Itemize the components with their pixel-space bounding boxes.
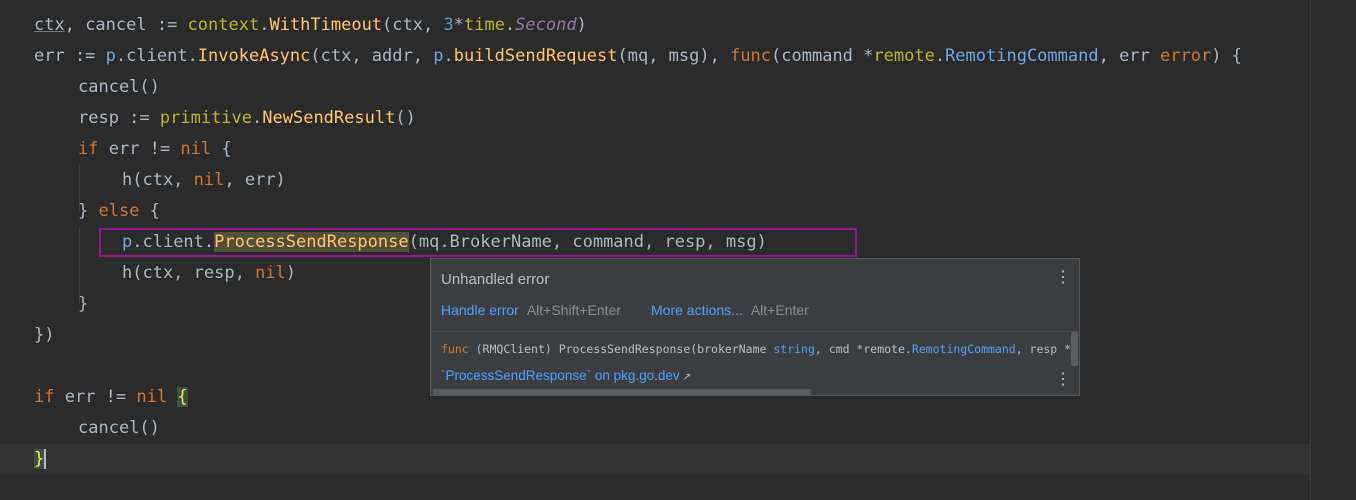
token: buildSendRequest <box>453 46 618 66</box>
token: h(ctx, <box>122 170 194 190</box>
code-editor[interactable]: ctx, cancel := context.WithTimeout(ctx, … <box>0 0 1356 500</box>
token: context <box>187 15 260 35</box>
matched-brace: { <box>177 387 188 407</box>
token: else <box>98 201 140 221</box>
token: RemotingCommand <box>945 46 1099 66</box>
doc-options-icon[interactable]: ⋮ <box>1055 369 1071 389</box>
horizontal-scrollbar[interactable] <box>433 389 811 395</box>
more-options-icon[interactable]: ⋮ <box>1055 267 1071 287</box>
token: resp := <box>78 108 160 128</box>
sig-token: , resp *p <box>1015 342 1071 356</box>
token: InvokeAsync <box>197 46 311 66</box>
more-actions-link[interactable]: More actions... <box>651 302 743 318</box>
code-line-9[interactable]: h(ctx, resp, nil) <box>122 258 296 289</box>
token: cancel() <box>78 77 160 97</box>
token: nil <box>136 387 168 407</box>
token: nil <box>180 139 212 159</box>
token: NewSendResult <box>262 108 396 128</box>
sig-token: func <box>441 342 469 356</box>
token: (command * <box>771 46 874 66</box>
token: if <box>34 387 55 407</box>
token: . <box>252 108 263 128</box>
code-line-13[interactable]: if err != nil { <box>34 382 188 413</box>
sig-token: string <box>773 342 815 356</box>
right-margin-guide <box>1310 0 1311 500</box>
doc-link-label: `ProcessSendResponse` on pkg.go.dev <box>441 368 680 383</box>
sig-token: , cmd *remote. <box>814 342 912 356</box>
code-line-3[interactable]: cancel() <box>78 72 160 103</box>
token: . <box>443 46 454 66</box>
token: , err) <box>224 170 286 190</box>
error-highlight-box <box>99 228 857 257</box>
code-line-7[interactable]: } else { <box>78 196 160 227</box>
token: Second <box>515 15 577 35</box>
function-signature: func (RMQClient) ProcessSendResponse(bro… <box>441 342 1071 356</box>
external-link-icon: ↗ <box>682 372 692 383</box>
more-actions-shortcut: Alt+Enter <box>750 302 809 318</box>
popup-title: Unhandled error <box>441 271 550 288</box>
token: .client. <box>115 46 198 66</box>
token: . <box>934 46 946 66</box>
token: error <box>1160 46 1212 66</box>
token: p <box>105 46 116 66</box>
token: time <box>463 15 505 35</box>
token: . <box>504 15 516 35</box>
token: (ctx, addr, <box>310 46 434 66</box>
code-line-2[interactable]: err := p.client.InvokeAsync(ctx, addr, p… <box>34 41 1242 72</box>
token: if <box>78 139 99 159</box>
token: { <box>139 201 160 221</box>
token: . <box>259 15 270 35</box>
token: () <box>395 108 416 128</box>
token: * <box>453 15 464 35</box>
code-line-10[interactable]: } <box>78 289 88 320</box>
handle-error-link[interactable]: Handle error <box>441 302 519 318</box>
error-popup[interactable]: Unhandled error ⋮ Handle error Alt+Shift+… <box>430 258 1080 396</box>
code-line-14[interactable]: cancel() <box>78 413 160 444</box>
vertical-scrollbar[interactable] <box>1071 332 1078 366</box>
code-line-6[interactable]: h(ctx, nil, err) <box>122 165 286 196</box>
code-line-11[interactable]: }) <box>34 320 54 351</box>
sig-token: (RMQClient) ProcessSendResponse(brokerNa… <box>468 342 774 356</box>
token: cancel() <box>78 418 160 438</box>
code-line-1[interactable]: ctx, cancel := context.WithTimeout(ctx, … <box>34 10 587 41</box>
pkg-go-dev-link[interactable]: `ProcessSendResponse` on pkg.go.dev ↗ <box>441 368 691 383</box>
token: ctx <box>34 15 65 35</box>
token: , err <box>1098 46 1161 66</box>
text-caret <box>44 449 47 469</box>
documentation-panel[interactable]: func (RMQClient) ProcessSendResponse(bro… <box>431 332 1079 395</box>
token: remote <box>873 46 935 66</box>
token: nil <box>255 263 286 283</box>
token: err != <box>54 387 137 407</box>
sig-token: RemotingCommand <box>911 342 1016 356</box>
token: } <box>78 201 99 221</box>
token: 3 <box>443 15 454 35</box>
token: { <box>211 139 232 159</box>
token: primitive <box>159 108 253 128</box>
token: ) { <box>1211 46 1242 66</box>
token: WithTimeout <box>269 15 383 35</box>
current-line-highlight <box>0 444 1310 475</box>
matched-brace: } <box>34 449 45 469</box>
token: p <box>433 46 444 66</box>
token: err := <box>34 46 106 66</box>
handle-error-shortcut: Alt+Shift+Enter <box>526 302 621 318</box>
token: nil <box>193 170 225 190</box>
token: }) <box>34 325 55 345</box>
popup-actions: Handle error Alt+Shift+Enter More actions.… <box>441 302 809 318</box>
token: ) <box>576 15 587 35</box>
token: func <box>730 46 772 66</box>
token: h(ctx, resp, <box>122 263 256 283</box>
token: ) <box>285 263 297 283</box>
token: (mq, msg), <box>617 46 731 66</box>
code-line-15[interactable]: } <box>34 444 47 475</box>
code-line-4[interactable]: resp := primitive.NewSendResult() <box>78 103 416 134</box>
token: } <box>78 294 89 314</box>
token: err != <box>98 139 181 159</box>
code-line-5[interactable]: if err != nil { <box>78 134 232 165</box>
token: (ctx, <box>382 15 444 35</box>
token: , cancel := <box>64 15 188 35</box>
